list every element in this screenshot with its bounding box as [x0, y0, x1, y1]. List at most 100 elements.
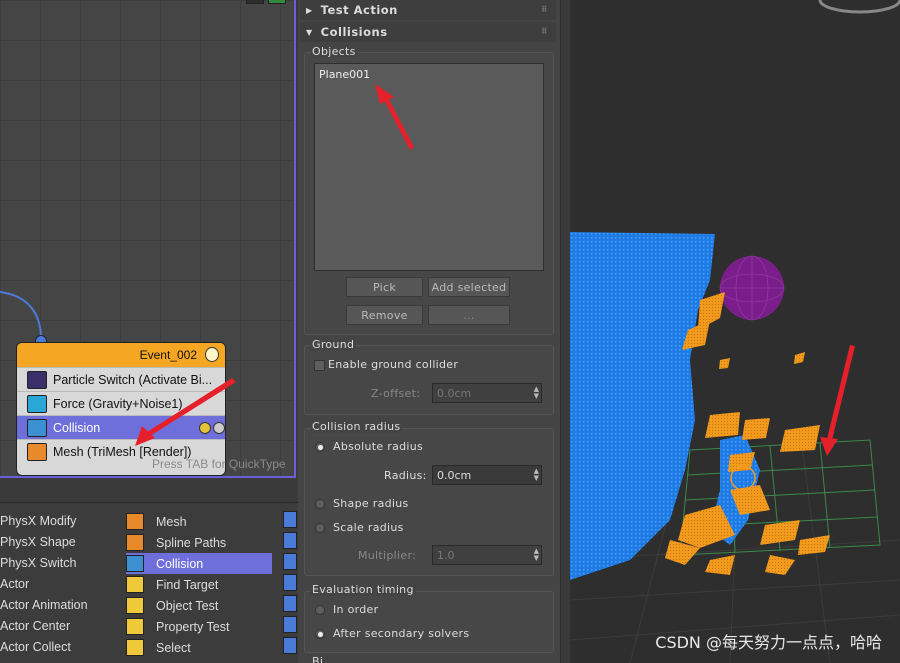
- multiplier-spinner[interactable]: 1.0 ▲ ▼: [432, 545, 542, 565]
- depot-item-mesh[interactable]: Mesh: [126, 511, 272, 532]
- spinner-arrows-icon[interactable]: ▲ ▼: [534, 548, 539, 562]
- enable-ground-checkbox[interactable]: [314, 360, 325, 371]
- particle-view-graph[interactable]: Event_002 Particle Switch (Activate Bi..…: [0, 0, 296, 478]
- operator-label: Particle Switch (Activate Bi...: [53, 372, 213, 387]
- operator-depot[interactable]: PhysX Modify PhysX Shape PhysX Switch Ac…: [0, 503, 298, 663]
- depot-item-label: Spline Paths: [156, 535, 227, 550]
- spinner-arrows-icon[interactable]: ▲ ▼: [534, 468, 539, 482]
- depot-item-icon[interactable]: [283, 553, 297, 570]
- operator-collision[interactable]: Collision: [17, 415, 225, 439]
- depot-item-icon[interactable]: [283, 616, 297, 633]
- depot-item-label: Find Target: [156, 577, 219, 592]
- depot-item[interactable]: Actor: [0, 574, 88, 595]
- panel-scrollbar[interactable]: [560, 0, 570, 663]
- operator-particle-switch[interactable]: Particle Switch (Activate Bi...: [17, 367, 225, 391]
- rollout-collisions[interactable]: ▼ Collisions ⠿: [300, 22, 556, 42]
- enable-ground-label: Enable ground collider: [328, 358, 459, 371]
- zoffset-label: Z-offset:: [371, 387, 421, 400]
- depot-item-collision[interactable]: Collision: [126, 553, 272, 574]
- mesh-icon: [126, 513, 144, 530]
- depot-item-label: Object Test: [156, 598, 219, 613]
- depot-item-icon[interactable]: [283, 574, 297, 591]
- force-icon: [27, 394, 47, 413]
- absolute-radius-label: Absolute radius: [333, 440, 424, 453]
- depot-item-icon[interactable]: [283, 637, 297, 654]
- event-node[interactable]: Event_002 Particle Switch (Activate Bi..…: [16, 342, 226, 476]
- rollout-title: Test Action: [320, 3, 398, 17]
- objects-list[interactable]: Plane001: [314, 63, 544, 271]
- operator-force[interactable]: Force (Gravity+Noise1): [17, 391, 225, 415]
- depot-item-icon[interactable]: [283, 511, 297, 528]
- depot-item[interactable]: Actor Animation: [0, 595, 88, 616]
- evaluation-timing-label: Evaluation timing: [310, 583, 416, 596]
- depot-item-icon[interactable]: [283, 532, 297, 549]
- ground-group: [304, 345, 554, 415]
- operator-label: Force (Gravity+Noise1): [53, 396, 183, 411]
- multiplier-label: Multiplier:: [358, 549, 417, 562]
- depot-item-property-test[interactable]: Property Test: [126, 616, 272, 637]
- watermark: CSDN @每天努力一点点，哈哈: [655, 633, 882, 652]
- 3d-viewport[interactable]: CSDN @每天努力一点点，哈哈: [570, 0, 900, 663]
- objects-group-label: Objects: [310, 45, 358, 58]
- event-header[interactable]: Event_002: [17, 343, 225, 367]
- add-selected-button[interactable]: Add selected: [428, 277, 510, 297]
- depot-item-spline-paths[interactable]: Spline Paths: [126, 532, 272, 553]
- property-test-icon: [126, 618, 144, 635]
- corner-ring: [818, 0, 900, 14]
- shape-radius-radio[interactable]: [315, 499, 325, 509]
- drag-grip-icon[interactable]: ⠿: [541, 27, 548, 36]
- scale-radius-label: Scale radius: [333, 521, 404, 534]
- collision-output-port[interactable]: [199, 422, 211, 434]
- expand-arrow-icon: ▶: [306, 5, 313, 15]
- in-order-radio[interactable]: [315, 605, 325, 615]
- find-target-icon: [126, 576, 144, 593]
- more-button[interactable]: ...: [428, 305, 510, 325]
- collision-output-port-2[interactable]: [213, 422, 225, 434]
- in-order-label: In order: [333, 603, 379, 616]
- depot-item[interactable]: PhysX Switch: [0, 553, 88, 574]
- depot-item-find-target[interactable]: Find Target: [126, 574, 272, 595]
- after-solvers-label: After secondary solvers: [333, 627, 470, 640]
- collision-icon: [27, 418, 47, 437]
- pick-button[interactable]: Pick: [346, 277, 423, 297]
- next-group-label: Bi...: [310, 655, 337, 663]
- drag-grip-icon[interactable]: ⠿: [541, 5, 548, 14]
- lightbulb-icon[interactable]: [205, 347, 219, 362]
- multiplier-value: 1.0: [437, 548, 455, 562]
- depot-item-label: Mesh: [156, 514, 187, 529]
- evaluation-timing-group: [304, 591, 554, 653]
- depot-item[interactable]: PhysX Modify: [0, 511, 88, 532]
- select-icon: [126, 639, 144, 656]
- depot-item-select[interactable]: Select: [126, 637, 272, 658]
- remove-button[interactable]: Remove: [346, 305, 423, 325]
- depot-item[interactable]: Actor Collect: [0, 637, 88, 658]
- scale-radius-radio[interactable]: [315, 523, 325, 533]
- mesh-icon: [27, 442, 47, 461]
- ground-group-label: Ground: [310, 338, 357, 351]
- depot-column-2: Mesh Spline Paths Collision Find Target …: [126, 511, 272, 658]
- depot-item-label: Collision: [156, 556, 204, 571]
- rollout-test-action[interactable]: ▶ Test Action ⠿: [300, 0, 556, 20]
- depot-item-label: Property Test: [156, 619, 230, 634]
- depot-item[interactable]: PhysX Shape: [0, 532, 88, 553]
- collision-radius-label: Collision radius: [310, 420, 403, 433]
- after-solvers-radio[interactable]: [315, 629, 325, 639]
- collision-icon: [126, 555, 144, 572]
- event-title: Event_002: [139, 348, 197, 362]
- shape-radius-label: Shape radius: [333, 497, 409, 510]
- radius-spinner[interactable]: 0.0cm ▲ ▼: [432, 465, 542, 485]
- zoffset-spinner[interactable]: 0.0cm ▲ ▼: [432, 383, 542, 403]
- zoffset-value: 0.0cm: [437, 386, 472, 400]
- depot-item-object-test[interactable]: Object Test: [126, 595, 272, 616]
- spline-paths-icon: [126, 534, 144, 551]
- particle-switch-icon: [27, 370, 47, 389]
- radius-label: Radius:: [384, 469, 427, 482]
- absolute-radius-radio[interactable]: [315, 442, 325, 452]
- operator-label: Collision: [53, 420, 101, 435]
- object-item[interactable]: Plane001: [319, 68, 370, 81]
- radius-value: 0.0cm: [437, 468, 472, 482]
- spinner-arrows-icon[interactable]: ▲ ▼: [534, 386, 539, 400]
- depot-item[interactable]: Actor Center: [0, 616, 88, 637]
- depot-item-icon[interactable]: [283, 595, 297, 612]
- viewport-scene: [570, 0, 900, 663]
